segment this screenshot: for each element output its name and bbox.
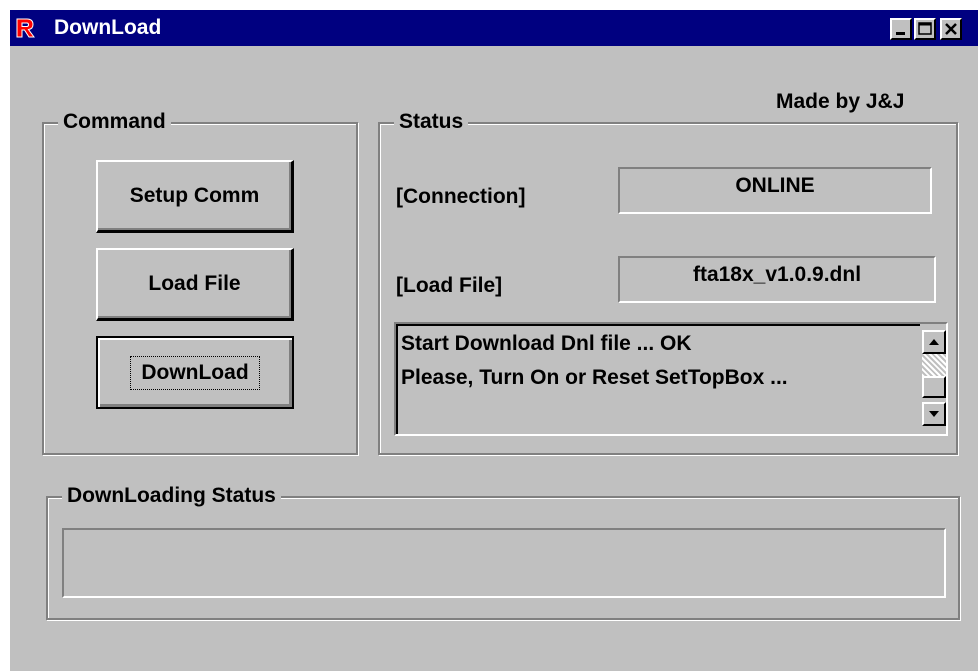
window-left-edge (0, 0, 10, 671)
connection-label: [Connection] (396, 185, 526, 208)
title-bar[interactable]: DownLoad (10, 10, 978, 46)
log-box[interactable]: Start Download Dnl file ... OK Please, T… (394, 322, 948, 436)
status-group-label: Status (394, 108, 469, 136)
log-line: Start Download Dnl file ... OK (401, 332, 692, 355)
arrow-down-icon (929, 411, 939, 417)
scroll-up-button[interactable] (922, 330, 946, 354)
log-scrollbar[interactable] (922, 324, 946, 434)
connection-status-field: ONLINE (618, 167, 932, 214)
log-text-area: Start Download Dnl file ... OK Please, T… (396, 324, 920, 434)
close-button[interactable] (940, 18, 962, 40)
minimize-icon (896, 32, 905, 35)
scroll-thumb[interactable] (922, 376, 946, 398)
command-group-label: Command (58, 108, 171, 136)
download-progress-bar (62, 528, 946, 598)
window-title: DownLoad (54, 16, 162, 39)
app-r-icon[interactable] (14, 17, 36, 39)
maximize-icon (918, 22, 932, 35)
setup-comm-button[interactable]: Setup Comm (96, 160, 294, 233)
download-window: DownLoad Made by J&J Command Setup Comm … (0, 0, 978, 671)
window-top-edge (0, 0, 978, 10)
download-button[interactable]: DownLoad (96, 336, 294, 409)
download-button-label: DownLoad (130, 355, 260, 390)
arrow-up-icon (929, 339, 939, 345)
close-icon (945, 23, 957, 35)
scroll-track[interactable] (922, 354, 946, 376)
downloading-status-label: DownLoading Status (62, 482, 281, 510)
maximize-button[interactable] (914, 18, 936, 40)
log-line: Please, Turn On or Reset SetTopBox ... (401, 366, 788, 389)
load-file-status-field: fta18x_v1.0.9.dnl (618, 256, 936, 303)
credit-label: Made by J&J (776, 90, 905, 113)
scroll-down-button[interactable] (922, 402, 946, 426)
minimize-button[interactable] (890, 18, 912, 40)
load-file-button[interactable]: Load File (96, 248, 294, 321)
load-file-label: [Load File] (396, 274, 503, 297)
